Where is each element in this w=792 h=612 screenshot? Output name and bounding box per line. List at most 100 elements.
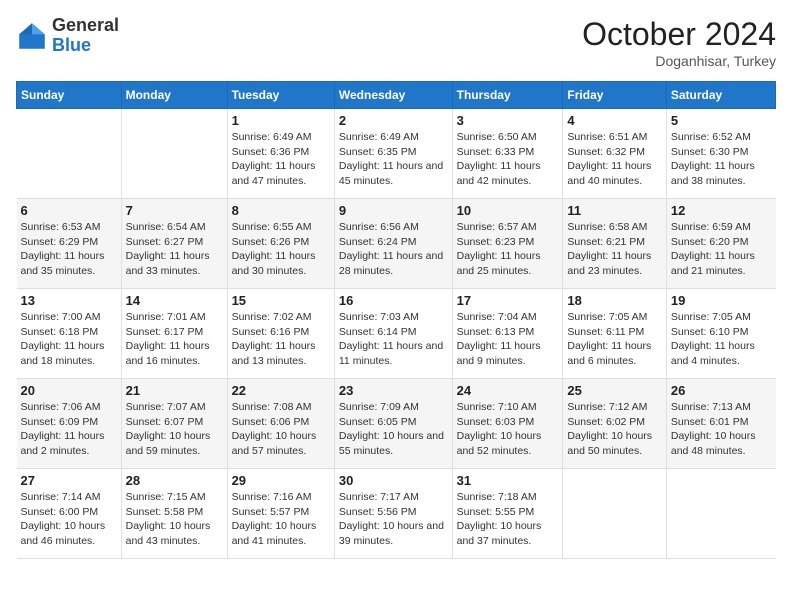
calendar-cell: 24 Sunrise: 7:10 AMSunset: 6:03 PMDaylig… — [452, 379, 563, 469]
calendar-cell: 4 Sunrise: 6:51 AMSunset: 6:32 PMDayligh… — [563, 109, 666, 199]
logo: General Blue — [16, 16, 119, 56]
day-info: Sunrise: 6:54 AMSunset: 6:27 PMDaylight:… — [126, 221, 210, 277]
calendar-cell: 20 Sunrise: 7:06 AMSunset: 6:09 PMDaylig… — [17, 379, 122, 469]
calendar-cell — [666, 469, 775, 559]
day-number: 11 — [567, 203, 661, 218]
calendar-cell: 26 Sunrise: 7:13 AMSunset: 6:01 PMDaylig… — [666, 379, 775, 469]
calendar-cell: 14 Sunrise: 7:01 AMSunset: 6:17 PMDaylig… — [121, 289, 227, 379]
day-number: 20 — [21, 383, 117, 398]
day-info: Sunrise: 7:06 AMSunset: 6:09 PMDaylight:… — [21, 401, 105, 457]
day-number: 12 — [671, 203, 772, 218]
day-number: 14 — [126, 293, 223, 308]
day-number: 31 — [457, 473, 559, 488]
day-info: Sunrise: 7:04 AMSunset: 6:13 PMDaylight:… — [457, 311, 541, 367]
day-number: 5 — [671, 113, 772, 128]
calendar-cell: 5 Sunrise: 6:52 AMSunset: 6:30 PMDayligh… — [666, 109, 775, 199]
day-info: Sunrise: 6:57 AMSunset: 6:23 PMDaylight:… — [457, 221, 541, 277]
calendar-cell: 12 Sunrise: 6:59 AMSunset: 6:20 PMDaylig… — [666, 199, 775, 289]
day-info: Sunrise: 7:02 AMSunset: 6:16 PMDaylight:… — [232, 311, 316, 367]
calendar-cell — [17, 109, 122, 199]
calendar-cell: 21 Sunrise: 7:07 AMSunset: 6:07 PMDaylig… — [121, 379, 227, 469]
day-number: 27 — [21, 473, 117, 488]
day-number: 8 — [232, 203, 330, 218]
day-info: Sunrise: 7:09 AMSunset: 6:05 PMDaylight:… — [339, 401, 444, 457]
day-info: Sunrise: 6:50 AMSunset: 6:33 PMDaylight:… — [457, 131, 541, 187]
calendar-table: SundayMondayTuesdayWednesdayThursdayFrid… — [16, 81, 776, 559]
calendar-cell: 15 Sunrise: 7:02 AMSunset: 6:16 PMDaylig… — [227, 289, 334, 379]
calendar-week-row: 27 Sunrise: 7:14 AMSunset: 6:00 PMDaylig… — [17, 469, 776, 559]
calendar-cell: 27 Sunrise: 7:14 AMSunset: 6:00 PMDaylig… — [17, 469, 122, 559]
day-info: Sunrise: 6:55 AMSunset: 6:26 PMDaylight:… — [232, 221, 316, 277]
calendar-cell: 11 Sunrise: 6:58 AMSunset: 6:21 PMDaylig… — [563, 199, 666, 289]
weekday-header: Sunday — [17, 82, 122, 109]
calendar-cell: 19 Sunrise: 7:05 AMSunset: 6:10 PMDaylig… — [666, 289, 775, 379]
calendar-body: 1 Sunrise: 6:49 AMSunset: 6:36 PMDayligh… — [17, 109, 776, 559]
day-number: 28 — [126, 473, 223, 488]
day-info: Sunrise: 6:58 AMSunset: 6:21 PMDaylight:… — [567, 221, 651, 277]
day-info: Sunrise: 7:01 AMSunset: 6:17 PMDaylight:… — [126, 311, 210, 367]
day-info: Sunrise: 6:51 AMSunset: 6:32 PMDaylight:… — [567, 131, 651, 187]
day-info: Sunrise: 7:16 AMSunset: 5:57 PMDaylight:… — [232, 491, 317, 547]
weekday-header: Tuesday — [227, 82, 334, 109]
day-number: 18 — [567, 293, 661, 308]
logo-general: General — [52, 16, 119, 36]
calendar-week-row: 13 Sunrise: 7:00 AMSunset: 6:18 PMDaylig… — [17, 289, 776, 379]
calendar-cell: 16 Sunrise: 7:03 AMSunset: 6:14 PMDaylig… — [334, 289, 452, 379]
day-number: 16 — [339, 293, 448, 308]
day-number: 24 — [457, 383, 559, 398]
day-info: Sunrise: 7:10 AMSunset: 6:03 PMDaylight:… — [457, 401, 542, 457]
day-info: Sunrise: 7:12 AMSunset: 6:02 PMDaylight:… — [567, 401, 652, 457]
calendar-cell: 8 Sunrise: 6:55 AMSunset: 6:26 PMDayligh… — [227, 199, 334, 289]
logo-icon — [16, 20, 48, 52]
day-number: 4 — [567, 113, 661, 128]
day-number: 7 — [126, 203, 223, 218]
calendar-cell — [121, 109, 227, 199]
day-number: 23 — [339, 383, 448, 398]
calendar-cell: 28 Sunrise: 7:15 AMSunset: 5:58 PMDaylig… — [121, 469, 227, 559]
logo-text: General Blue — [52, 16, 119, 56]
calendar-cell: 9 Sunrise: 6:56 AMSunset: 6:24 PMDayligh… — [334, 199, 452, 289]
day-number: 6 — [21, 203, 117, 218]
calendar-cell: 13 Sunrise: 7:00 AMSunset: 6:18 PMDaylig… — [17, 289, 122, 379]
day-number: 17 — [457, 293, 559, 308]
calendar-cell: 25 Sunrise: 7:12 AMSunset: 6:02 PMDaylig… — [563, 379, 666, 469]
calendar-cell: 31 Sunrise: 7:18 AMSunset: 5:55 PMDaylig… — [452, 469, 563, 559]
day-info: Sunrise: 6:53 AMSunset: 6:29 PMDaylight:… — [21, 221, 105, 277]
calendar-cell: 1 Sunrise: 6:49 AMSunset: 6:36 PMDayligh… — [227, 109, 334, 199]
calendar-cell: 3 Sunrise: 6:50 AMSunset: 6:33 PMDayligh… — [452, 109, 563, 199]
day-number: 29 — [232, 473, 330, 488]
calendar-cell: 2 Sunrise: 6:49 AMSunset: 6:35 PMDayligh… — [334, 109, 452, 199]
day-number: 2 — [339, 113, 448, 128]
calendar-week-row: 1 Sunrise: 6:49 AMSunset: 6:36 PMDayligh… — [17, 109, 776, 199]
weekday-header: Friday — [563, 82, 666, 109]
day-number: 1 — [232, 113, 330, 128]
day-number: 21 — [126, 383, 223, 398]
day-info: Sunrise: 7:18 AMSunset: 5:55 PMDaylight:… — [457, 491, 542, 547]
day-info: Sunrise: 7:03 AMSunset: 6:14 PMDaylight:… — [339, 311, 443, 367]
weekday-header: Wednesday — [334, 82, 452, 109]
calendar-header: SundayMondayTuesdayWednesdayThursdayFrid… — [17, 82, 776, 109]
day-info: Sunrise: 7:05 AMSunset: 6:10 PMDaylight:… — [671, 311, 755, 367]
calendar-cell: 10 Sunrise: 6:57 AMSunset: 6:23 PMDaylig… — [452, 199, 563, 289]
day-info: Sunrise: 7:17 AMSunset: 5:56 PMDaylight:… — [339, 491, 444, 547]
calendar-cell: 6 Sunrise: 6:53 AMSunset: 6:29 PMDayligh… — [17, 199, 122, 289]
calendar-cell: 22 Sunrise: 7:08 AMSunset: 6:06 PMDaylig… — [227, 379, 334, 469]
weekday-header: Saturday — [666, 82, 775, 109]
day-info: Sunrise: 7:13 AMSunset: 6:01 PMDaylight:… — [671, 401, 756, 457]
day-number: 19 — [671, 293, 772, 308]
month-year-title: October 2024 — [582, 16, 776, 53]
day-info: Sunrise: 7:00 AMSunset: 6:18 PMDaylight:… — [21, 311, 105, 367]
location-subtitle: Doganhisar, Turkey — [582, 53, 776, 69]
day-info: Sunrise: 6:49 AMSunset: 6:35 PMDaylight:… — [339, 131, 443, 187]
calendar-cell — [563, 469, 666, 559]
day-info: Sunrise: 6:59 AMSunset: 6:20 PMDaylight:… — [671, 221, 755, 277]
calendar-cell: 7 Sunrise: 6:54 AMSunset: 6:27 PMDayligh… — [121, 199, 227, 289]
calendar-cell: 29 Sunrise: 7:16 AMSunset: 5:57 PMDaylig… — [227, 469, 334, 559]
day-info: Sunrise: 7:08 AMSunset: 6:06 PMDaylight:… — [232, 401, 317, 457]
day-info: Sunrise: 7:14 AMSunset: 6:00 PMDaylight:… — [21, 491, 106, 547]
day-number: 25 — [567, 383, 661, 398]
calendar-cell: 17 Sunrise: 7:04 AMSunset: 6:13 PMDaylig… — [452, 289, 563, 379]
day-number: 22 — [232, 383, 330, 398]
day-number: 9 — [339, 203, 448, 218]
day-info: Sunrise: 7:05 AMSunset: 6:11 PMDaylight:… — [567, 311, 651, 367]
